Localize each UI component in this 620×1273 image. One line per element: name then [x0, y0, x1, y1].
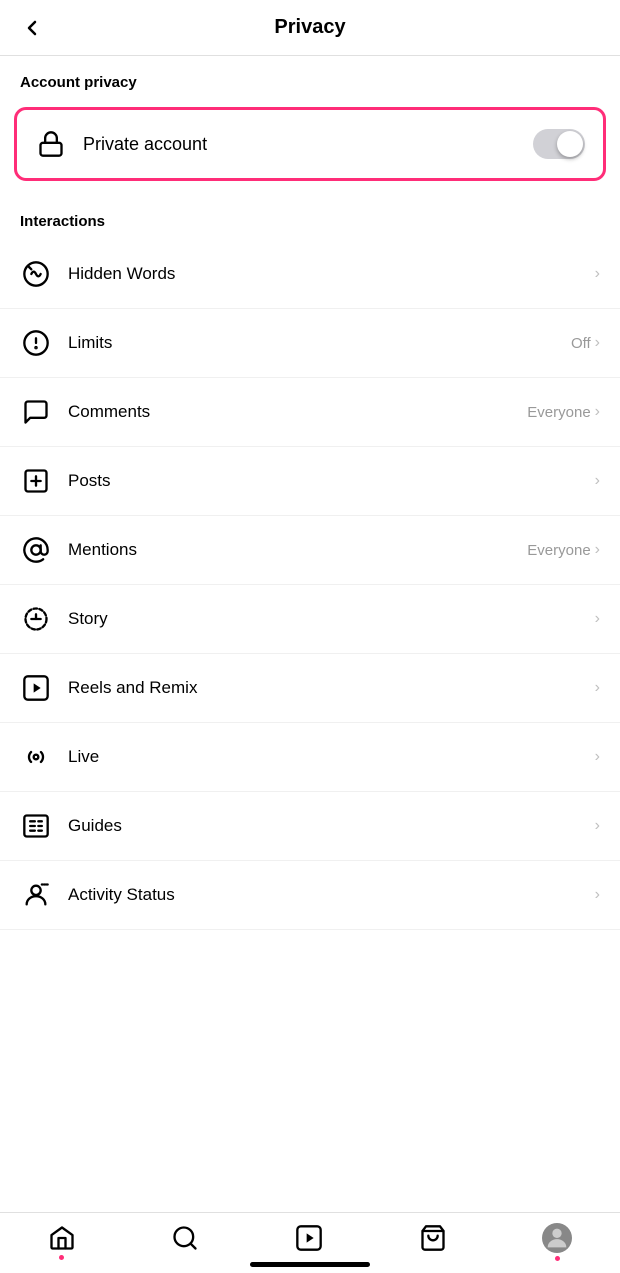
account-privacy-label: Account privacy: [0, 56, 620, 101]
chevron-icon: ›: [595, 265, 600, 283]
guides-icon: [20, 810, 52, 842]
list-item-reels[interactable]: Reels and Remix ›: [0, 654, 620, 723]
nav-home[interactable]: [48, 1224, 76, 1252]
limits-label: Limits: [68, 333, 112, 353]
chevron-icon: ›: [595, 472, 600, 490]
nav-shop[interactable]: [419, 1224, 447, 1252]
posts-icon: [20, 465, 52, 497]
chevron-icon: ›: [595, 334, 600, 352]
interactions-label: Interactions: [0, 195, 620, 240]
activity-icon: [20, 879, 52, 911]
live-label: Live: [68, 747, 99, 767]
nav-reels[interactable]: [295, 1224, 323, 1252]
private-account-row[interactable]: Private account: [14, 107, 606, 181]
private-account-toggle[interactable]: [533, 129, 585, 159]
mentions-icon: [20, 534, 52, 566]
chevron-icon: ›: [595, 748, 600, 766]
chevron-icon: ›: [595, 610, 600, 628]
comments-icon: [20, 396, 52, 428]
main-content: Account privacy Private account Interact…: [0, 56, 620, 1010]
mentions-label: Mentions: [68, 540, 137, 560]
lock-icon: [35, 128, 67, 160]
profile-dot: [555, 1256, 560, 1261]
reels-label: Reels and Remix: [68, 678, 197, 698]
live-icon: [20, 741, 52, 773]
toggle-knob: [557, 131, 583, 157]
activity-status-label: Activity Status: [68, 885, 175, 905]
comments-value: Everyone: [527, 404, 590, 421]
list-item-comments[interactable]: Comments Everyone ›: [0, 378, 620, 447]
reels-icon: [20, 672, 52, 704]
chevron-icon: ›: [595, 541, 600, 559]
limits-icon: [20, 327, 52, 359]
limits-value: Off: [571, 335, 591, 352]
header: Privacy: [0, 0, 620, 56]
nav-search[interactable]: [171, 1224, 199, 1252]
chevron-icon: ›: [595, 886, 600, 904]
list-item-story[interactable]: Story ›: [0, 585, 620, 654]
avatar: [542, 1223, 572, 1253]
private-account-label: Private account: [83, 134, 207, 155]
list-item-hidden-words[interactable]: Hidden Words ›: [0, 240, 620, 309]
page-title: Privacy: [274, 16, 345, 39]
chevron-icon: ›: [595, 817, 600, 835]
list-item-mentions[interactable]: Mentions Everyone ›: [0, 516, 620, 585]
story-icon: [20, 603, 52, 635]
chevron-icon: ›: [595, 679, 600, 697]
story-label: Story: [68, 609, 108, 629]
posts-label: Posts: [68, 471, 111, 491]
private-account-left: Private account: [35, 128, 207, 160]
comments-label: Comments: [68, 402, 150, 422]
list-item-posts[interactable]: Posts ›: [0, 447, 620, 516]
home-bar: [250, 1262, 370, 1267]
list-item-guides[interactable]: Guides ›: [0, 792, 620, 861]
nav-profile[interactable]: [542, 1223, 572, 1253]
chevron-icon: ›: [595, 403, 600, 421]
mentions-value: Everyone: [527, 542, 590, 559]
home-dot: [59, 1255, 64, 1260]
back-button[interactable]: [20, 16, 44, 40]
hidden-words-icon: [20, 258, 52, 290]
list-item-limits[interactable]: Limits Off ›: [0, 309, 620, 378]
hidden-words-label: Hidden Words: [68, 264, 175, 284]
guides-label: Guides: [68, 816, 122, 836]
list-item-activity-status[interactable]: Activity Status ›: [0, 861, 620, 930]
list-item-live[interactable]: Live ›: [0, 723, 620, 792]
